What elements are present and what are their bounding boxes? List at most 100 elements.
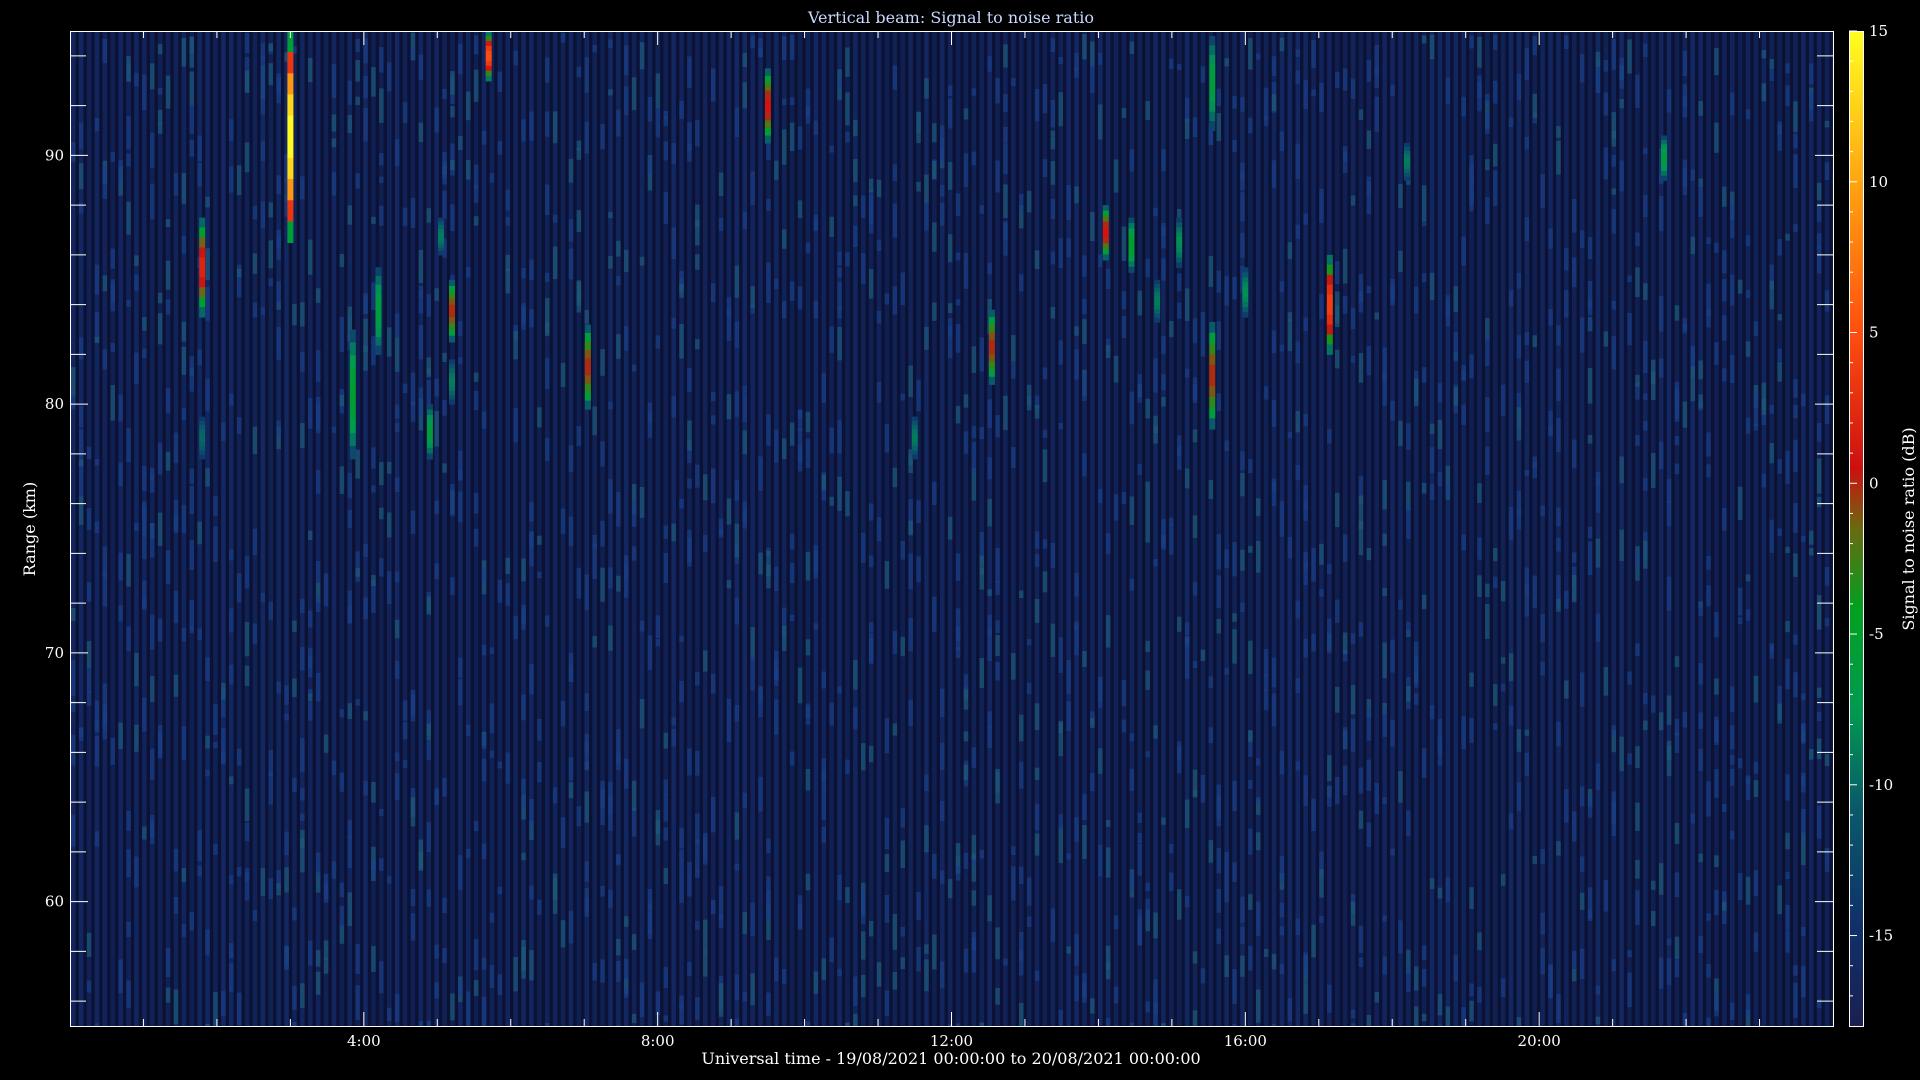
noise-speck [1232, 140, 1237, 153]
noise-speck [355, 699, 360, 706]
noise-speck [900, 840, 905, 868]
noise-speck [363, 543, 368, 557]
noise-speck [797, 200, 803, 219]
noise-speck [394, 404, 400, 419]
noise-speck [955, 626, 961, 651]
noise-speck [647, 97, 653, 122]
echo-segment [1154, 313, 1161, 319]
noise-speck [1658, 196, 1664, 232]
echo-segment [1242, 287, 1249, 293]
noise-speck [718, 172, 724, 196]
noise-speck [1105, 1018, 1111, 1026]
noise-speck [608, 889, 613, 909]
noise-speck [1105, 345, 1111, 359]
noise-speck [608, 39, 613, 48]
echo-segment [584, 400, 591, 410]
noise-speck [1074, 349, 1079, 380]
noise-speck [1366, 130, 1372, 150]
noise-speck [1698, 748, 1703, 772]
noise-speck [560, 920, 566, 948]
noise-speck [1082, 794, 1087, 820]
noise-column [1548, 31, 1553, 1026]
noise-column [537, 31, 542, 1026]
noise-speck [434, 107, 439, 133]
noise-speck [624, 987, 629, 998]
noise-speck [442, 400, 447, 416]
noise-speck [1595, 538, 1601, 568]
noise-speck [1342, 534, 1348, 562]
echo-segment [1403, 154, 1410, 159]
noise-speck [1421, 482, 1427, 494]
noise-speck [1074, 975, 1079, 1002]
noise-speck [797, 409, 803, 431]
noise-speck [1556, 721, 1561, 747]
echo-segment [988, 309, 995, 318]
echo-segment [485, 55, 492, 62]
noise-speck [1643, 43, 1648, 57]
noise-speck [1745, 289, 1751, 299]
noise-speck [1690, 236, 1695, 255]
noise-speck [584, 574, 589, 611]
noise-speck [663, 553, 668, 583]
noise-speck [466, 160, 471, 180]
noise-speck [1572, 575, 1577, 603]
noise-speck [142, 532, 147, 560]
noise-speck [1350, 718, 1356, 752]
noise-speck [1706, 432, 1711, 457]
noise-speck [971, 834, 977, 860]
noise-speck [687, 420, 692, 451]
echo-segment [485, 75, 492, 82]
noise-speck [1572, 257, 1577, 288]
noise-speck [489, 912, 495, 923]
noise-speck [1050, 198, 1056, 220]
noise-speck [1682, 167, 1688, 187]
noise-speck [497, 579, 503, 603]
noise-speck [1303, 213, 1308, 225]
noise-speck [1082, 255, 1087, 277]
noise-speck [995, 77, 1000, 104]
echo-segment [1661, 140, 1667, 146]
noise-speck [276, 420, 281, 436]
noise-speck [884, 561, 890, 589]
noise-speck [1619, 736, 1624, 772]
noise-speck [1295, 410, 1300, 433]
noise-speck [568, 445, 574, 472]
noise-column [1714, 31, 1719, 1026]
noise-speck [379, 462, 384, 486]
noise-speck [268, 240, 273, 269]
noise-speck [600, 520, 605, 547]
noise-speck [584, 888, 589, 912]
noise-speck [1785, 930, 1790, 953]
noise-speck [1516, 74, 1522, 101]
noise-speck [940, 800, 945, 822]
noise-speck [1761, 473, 1767, 488]
echo-segment [584, 366, 591, 376]
noise-speck [861, 974, 866, 998]
noise-speck [1098, 104, 1103, 140]
echo-segment [911, 425, 918, 430]
noise-column [1595, 31, 1601, 1026]
noise-speck [481, 758, 487, 782]
echo-segment [426, 415, 433, 422]
noise-speck [1200, 312, 1206, 348]
noise-speck [86, 691, 92, 707]
echo-segment [911, 433, 918, 439]
noise-speck [560, 32, 566, 43]
noise-speck [394, 752, 400, 762]
noise-speck [655, 991, 661, 1015]
noise-speck [1129, 1022, 1135, 1026]
noise-speck [1034, 599, 1040, 623]
noise-speck [292, 678, 297, 698]
echo-segment [199, 433, 206, 439]
noise-speck [639, 256, 645, 266]
noise-speck [1627, 275, 1632, 283]
noise-speck [631, 934, 637, 950]
echo-segment [287, 115, 294, 138]
noise-speck [805, 1021, 811, 1026]
noise-speck [300, 983, 305, 1008]
echo-segment [1661, 135, 1667, 141]
echo-segment [764, 128, 771, 137]
noise-speck [1161, 396, 1166, 407]
noise-speck [355, 985, 360, 1020]
noise-speck [1177, 616, 1182, 632]
